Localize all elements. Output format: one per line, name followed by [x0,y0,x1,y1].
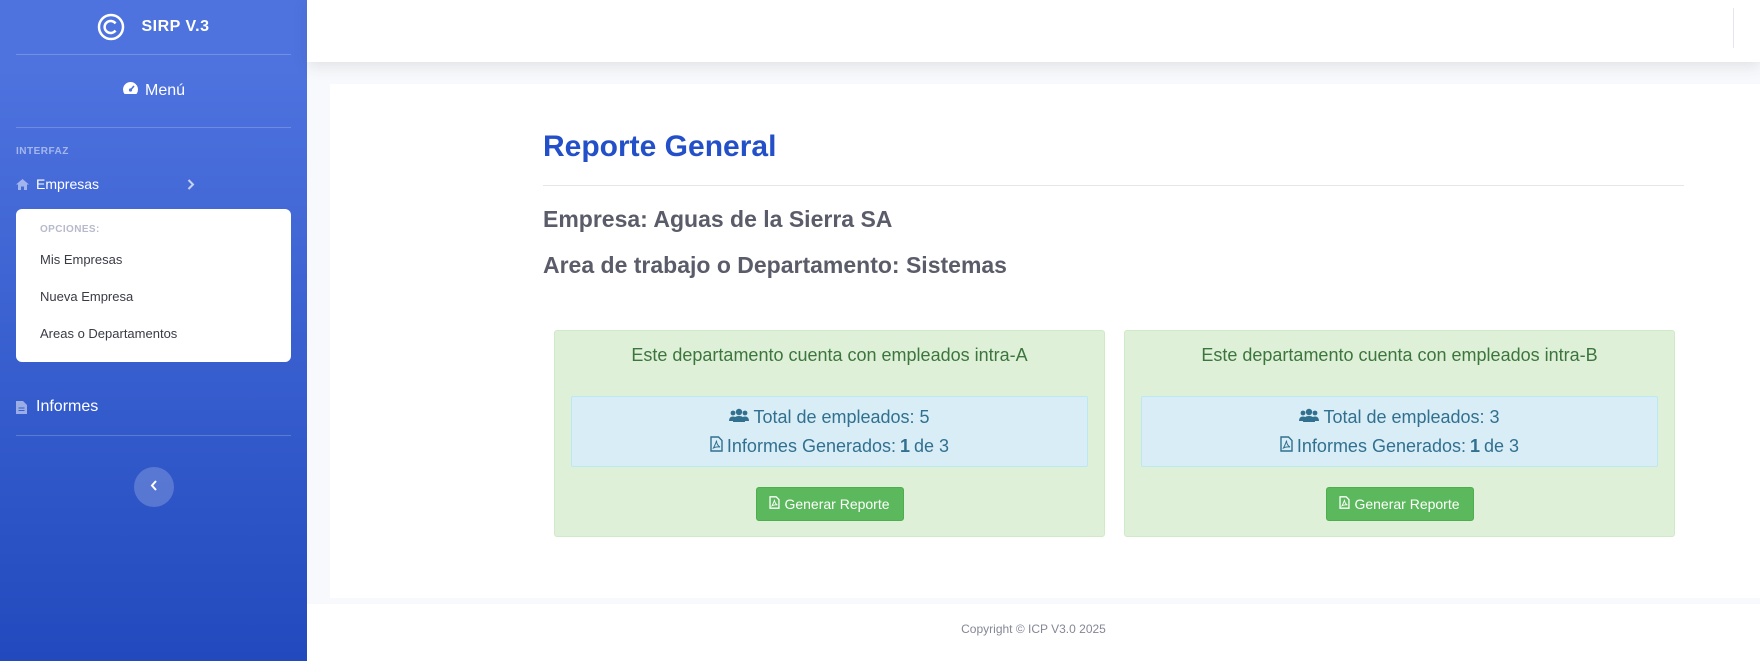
file-pdf-icon [1280,436,1293,457]
footer-copyright: Copyright © ICP V3.0 2025 [961,622,1106,636]
total-employees-line: Total de empleados: 3 [1142,403,1657,432]
informes-prefix: Informes Generados: [1296,436,1467,456]
sidebar-heading: INTERFAZ [16,146,69,157]
informes-count: 1 [1470,436,1481,456]
title-divider [543,185,1684,186]
submenu-item-mis-empresas[interactable]: Mis Empresas [16,241,291,278]
chevron-right-icon [187,178,195,190]
chevron-left-icon [150,478,158,496]
informes-line: Informes Generados: 1 de 3 [572,432,1087,461]
empresa-heading: Empresa: Aguas de la Sierra SA [543,206,893,232]
file-pdf-icon [769,496,781,512]
area-heading: Area de trabajo o Departamento: Sistemas [543,252,1007,278]
sidebar-item-empresas[interactable]: Empresas [0,164,307,204]
generate-report-label: Generar Reporte [1354,496,1460,512]
file-pdf-icon [1339,496,1351,512]
sidebar: SIRP V.3 Menú INTERFAZ Empresas OPCIONES… [0,0,307,661]
file-text-icon [16,400,30,414]
informes-line: Informes Generados: 1 de 3 [1142,432,1657,461]
copyright-icon [97,13,125,41]
sidebar-item-informes[interactable]: Informes [0,379,307,435]
total-employees-line: Total de empleados: 5 [572,403,1087,432]
informes-suffix: de 3 [914,436,950,456]
brand-text: SIRP V.3 [141,18,210,35]
department-title: Este departamento cuenta con empleados i… [631,345,1028,365]
topbar [307,0,1760,62]
sidebar-item-label: Empresas [36,176,100,192]
sidebar-brand[interactable]: SIRP V.3 [0,0,307,54]
empresas-submenu: OPCIONES: Mis Empresas Nueva Empresa Are… [16,209,291,362]
submenu-item-nueva-empresa[interactable]: Nueva Empresa [16,278,291,315]
tachometer-icon [122,81,139,101]
department-info-box: Total de empleados: 3 Informes Generados… [1141,396,1658,467]
generate-report-button[interactable]: Generar Reporte [1325,487,1474,521]
sidebar-toggle-button[interactable] [134,467,174,507]
department-info-box: Total de empleados: 5 Informes Generados… [571,396,1088,467]
department-title: Este departamento cuenta con empleados i… [1201,345,1598,365]
submenu-item-areas[interactable]: Areas o Departamentos [16,315,291,352]
sidebar-item-label: Menú [144,82,186,99]
total-employees-text: Total de empleados: 3 [1323,407,1500,427]
topbar-divider [1733,8,1734,48]
department-card-a: Este departamento cuenta con empleados i… [554,330,1105,537]
submenu-header: OPCIONES: [40,224,100,235]
total-employees-text: Total de empleados: 5 [753,407,930,427]
generate-report-label: Generar Reporte [784,496,890,512]
informes-prefix: Informes Generados: [726,436,897,456]
department-card-b: Este departamento cuenta con empleados i… [1124,330,1675,537]
sidebar-divider [16,435,291,436]
users-icon [1299,407,1320,428]
home-icon [16,177,30,191]
sidebar-item-menu[interactable]: Menú [0,55,307,127]
informes-suffix: de 3 [1484,436,1520,456]
informes-count: 1 [900,436,911,456]
generate-report-button[interactable]: Generar Reporte [755,487,904,521]
file-pdf-icon [710,436,723,457]
users-icon [729,407,750,428]
sidebar-item-label: Informes [36,398,99,415]
page-title: Reporte General [543,130,777,163]
